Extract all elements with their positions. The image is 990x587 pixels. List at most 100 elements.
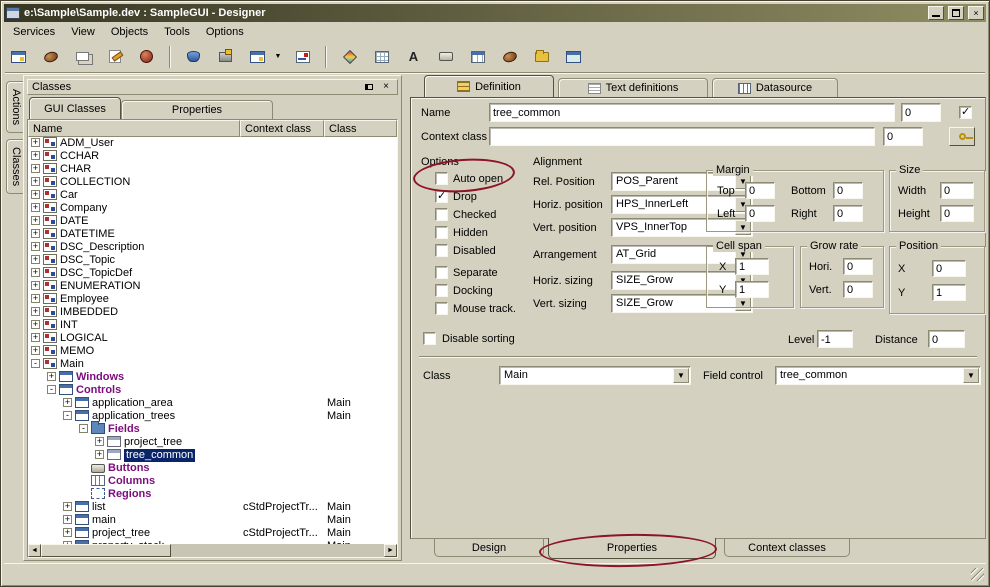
tree-row[interactable]: -application_treesMain [28, 410, 397, 423]
tree-row[interactable]: +Windows [28, 371, 397, 384]
edit-button[interactable] [101, 44, 128, 70]
expander-icon[interactable]: + [31, 268, 40, 277]
tree-row[interactable]: +mainMain [28, 514, 397, 527]
expander-icon[interactable]: + [31, 346, 40, 355]
compile-button[interactable] [37, 44, 64, 70]
tree-row[interactable]: +Company [28, 202, 397, 215]
maximize-button[interactable] [948, 6, 964, 20]
tree-row[interactable]: +DATE [28, 215, 397, 228]
expander-icon[interactable]: + [63, 528, 72, 537]
tree-row[interactable]: +DATETIME [28, 228, 397, 241]
expander-icon[interactable]: + [31, 229, 40, 238]
grow-rate-hori-input[interactable] [843, 258, 873, 275]
tree-row[interactable]: +INT [28, 319, 397, 332]
close-button[interactable]: × [968, 6, 984, 20]
tab-gui-classes[interactable]: GUI Classes [29, 97, 121, 119]
table-button[interactable] [464, 44, 491, 70]
tree-row[interactable]: +DSC_Topic [28, 254, 397, 267]
tree-row[interactable]: +IMBEDDED [28, 306, 397, 319]
tree-row[interactable]: +DSC_Description [28, 241, 397, 254]
level-input[interactable] [817, 330, 853, 348]
deploy-button[interactable] [212, 44, 239, 70]
tab-design[interactable]: Design [434, 539, 544, 557]
panel-close-button[interactable]: × [379, 81, 393, 94]
expander-icon[interactable]: + [31, 281, 40, 290]
tree-row[interactable]: +Employee [28, 293, 397, 306]
tree-row[interactable]: +Car [28, 189, 397, 202]
side-tab-classes[interactable]: Classes [6, 139, 23, 194]
panel-splitter[interactable] [402, 75, 410, 561]
tab-datasource[interactable]: Datasource [712, 78, 838, 97]
expander-icon[interactable]: + [63, 502, 72, 511]
menu-objects[interactable]: Objects [103, 24, 156, 40]
position-y-input[interactable] [932, 284, 966, 301]
disable-sorting-checkbox[interactable] [423, 332, 436, 345]
width-input[interactable] [940, 182, 974, 199]
horizontal-scrollbar[interactable]: ◄ ► [28, 544, 397, 557]
name-number-input[interactable] [901, 103, 941, 122]
tree-row[interactable]: Regions [28, 488, 397, 501]
expander-icon[interactable]: + [31, 255, 40, 264]
forms-dropdown-button[interactable]: ▼ [272, 44, 284, 70]
open-folder-button[interactable] [528, 44, 555, 70]
context-class-input[interactable] [489, 127, 875, 146]
tree-row[interactable]: +COLLECTION [28, 176, 397, 189]
checked-checkbox[interactable] [435, 208, 448, 221]
forms-select-button[interactable] [244, 44, 271, 70]
tree-row[interactable]: Columns [28, 475, 397, 488]
expander-icon[interactable]: + [63, 398, 72, 407]
new-form-button[interactable] [5, 44, 32, 70]
expander-icon[interactable]: + [31, 203, 40, 212]
expander-icon[interactable]: - [63, 411, 72, 420]
column-header-context-class[interactable]: Context class [240, 120, 324, 137]
tree-row[interactable]: +ENUMERATION [28, 280, 397, 293]
name-input[interactable] [489, 103, 895, 122]
scrollbar-thumb[interactable] [41, 544, 171, 557]
tree-row[interactable]: +listcStdProjectTr...Main [28, 501, 397, 514]
column-header-name[interactable]: Name [28, 120, 240, 137]
expander-icon[interactable]: + [95, 450, 104, 459]
expander-icon[interactable]: + [47, 372, 56, 381]
resize-grip[interactable] [971, 568, 984, 581]
expander-icon[interactable]: + [31, 294, 40, 303]
tree-row[interactable]: +CHAR [28, 163, 397, 176]
expander-icon[interactable]: + [31, 190, 40, 199]
expander-icon[interactable]: + [95, 437, 104, 446]
window-button[interactable] [560, 44, 587, 70]
scroll-left-button[interactable]: ◄ [28, 544, 41, 557]
tab-properties[interactable]: Properties [548, 538, 716, 559]
tab-text-definitions[interactable]: Text definitions [558, 78, 708, 97]
tree-row[interactable]: +application_areaMain [28, 397, 397, 410]
grid-button[interactable] [368, 44, 395, 70]
cell-span-x-input[interactable] [735, 258, 769, 275]
pin-button[interactable] [362, 81, 376, 94]
drop-checkbox[interactable] [435, 190, 448, 203]
expander-icon[interactable]: - [31, 359, 40, 368]
hidden-checkbox[interactable] [435, 226, 448, 239]
tree-row[interactable]: -Controls [28, 384, 397, 397]
tab-context-classes[interactable]: Context classes [724, 539, 850, 557]
column-header-class[interactable]: Class [324, 120, 397, 137]
menu-options[interactable]: Options [198, 24, 252, 40]
class-combo[interactable]: Main▼ [499, 366, 691, 385]
grow-rate-vert-input[interactable] [843, 281, 873, 298]
separate-checkbox[interactable] [435, 266, 448, 279]
menu-services[interactable]: Services [5, 24, 63, 40]
object-button[interactable] [496, 44, 523, 70]
expander-icon[interactable]: + [31, 242, 40, 251]
expander-icon[interactable]: - [47, 385, 56, 394]
tree-row[interactable]: Buttons [28, 462, 397, 475]
margin-left-input[interactable] [745, 205, 775, 222]
cell-span-y-input[interactable] [735, 281, 769, 298]
expander-icon[interactable]: + [31, 138, 40, 147]
tree-row[interactable]: -Main [28, 358, 397, 371]
distance-input[interactable] [928, 330, 965, 348]
height-input[interactable] [940, 205, 974, 222]
disabled-checkbox[interactable] [435, 244, 448, 257]
title-bar[interactable]: e:\Sample\Sample.dev : SampleGUI - Desig… [4, 4, 986, 22]
expander-icon[interactable]: + [63, 515, 72, 524]
side-tab-actions[interactable]: Actions [6, 81, 23, 133]
preview-button[interactable] [289, 44, 316, 70]
margin-top-input[interactable] [745, 182, 775, 199]
tree-row[interactable]: +LOGICAL [28, 332, 397, 345]
